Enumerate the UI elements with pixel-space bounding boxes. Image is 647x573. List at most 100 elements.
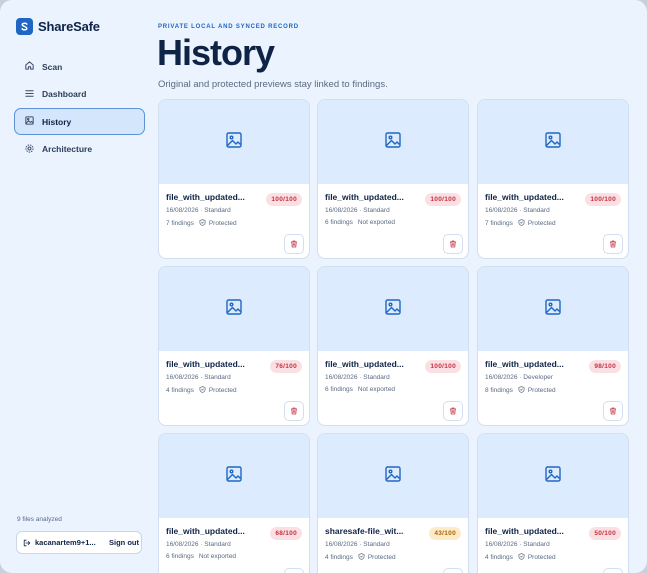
file-name: file_with_updated... bbox=[166, 359, 245, 369]
findings-count: 6 findings bbox=[166, 553, 194, 560]
file-name: file_with_updated... bbox=[485, 526, 564, 536]
file-meta: 16/08/2026 · Standard bbox=[166, 207, 231, 214]
trash-icon bbox=[449, 402, 457, 420]
file-name: sharesafe-file_wit... bbox=[325, 526, 404, 536]
sharesafe-logo-icon bbox=[16, 18, 33, 35]
file-meta: 16/08/2026 · Developer bbox=[485, 374, 553, 381]
status-line: 6 findings Not exported bbox=[325, 386, 395, 393]
history-card[interactable]: file_with_updated... 50/100 16/08/2026 ·… bbox=[477, 433, 629, 573]
file-name: file_with_updated... bbox=[485, 192, 564, 202]
trash-icon bbox=[609, 569, 617, 573]
risk-score-badge: 50/100 bbox=[589, 527, 621, 540]
image-preview[interactable] bbox=[318, 267, 468, 351]
image-preview[interactable] bbox=[159, 100, 309, 184]
image-icon bbox=[24, 115, 35, 128]
delete-button[interactable] bbox=[603, 568, 623, 573]
findings-count: 8 findings bbox=[485, 387, 513, 394]
trash-icon bbox=[449, 235, 457, 253]
shield-check-icon bbox=[358, 553, 368, 562]
image-placeholder-icon bbox=[225, 131, 243, 154]
status-line: 7 findings Protected bbox=[166, 219, 237, 228]
image-preview[interactable] bbox=[478, 100, 628, 184]
image-preview[interactable] bbox=[318, 100, 468, 184]
file-meta: 16/08/2026 · Standard bbox=[166, 374, 231, 381]
trash-icon bbox=[290, 402, 298, 420]
delete-button[interactable] bbox=[284, 568, 304, 573]
file-name: file_with_updated... bbox=[485, 359, 564, 369]
sidebar-item-label: History bbox=[42, 116, 72, 127]
file-meta: 16/08/2026 · Standard bbox=[166, 541, 231, 548]
delete-button[interactable] bbox=[443, 234, 463, 254]
history-card[interactable]: file_with_updated... 98/100 16/08/2026 ·… bbox=[477, 266, 629, 426]
trash-icon bbox=[290, 569, 298, 573]
export-status: Not exported bbox=[357, 219, 396, 226]
file-name: file_with_updated... bbox=[325, 359, 404, 369]
brand-name: ShareSafe bbox=[38, 19, 100, 34]
history-card[interactable]: file_with_updated... 100/100 16/08/2026 … bbox=[158, 99, 310, 259]
export-status: Protected bbox=[208, 220, 237, 227]
image-placeholder-icon bbox=[225, 465, 243, 488]
history-card[interactable]: file_with_updated... 76/100 16/08/2026 ·… bbox=[158, 266, 310, 426]
risk-score-badge: 43/100 bbox=[429, 527, 461, 540]
history-card[interactable]: file_with_updated... 100/100 16/08/2026 … bbox=[317, 266, 469, 426]
risk-score-badge: 100/100 bbox=[425, 193, 461, 206]
export-status: Protected bbox=[527, 220, 556, 227]
status-line: 4 findings Protected bbox=[485, 553, 556, 562]
history-card[interactable]: sharesafe-file_wit... 43/100 16/08/2026 … bbox=[317, 433, 469, 573]
history-card[interactable]: file_with_updated... 100/100 16/08/2026 … bbox=[317, 99, 469, 259]
risk-score-badge: 100/100 bbox=[585, 193, 621, 206]
sidebar-item-label: Dashboard bbox=[42, 89, 87, 99]
status-line: 8 findings Protected bbox=[485, 386, 556, 395]
sidebar-item-label: Architecture bbox=[42, 144, 93, 154]
image-preview[interactable] bbox=[159, 434, 309, 518]
sign-out-icon bbox=[23, 534, 31, 552]
trash-icon bbox=[290, 235, 298, 253]
sidebar-item-dashboard[interactable]: Dashboard bbox=[14, 81, 145, 108]
risk-score-badge: 98/100 bbox=[589, 360, 621, 373]
image-placeholder-icon bbox=[544, 131, 562, 154]
brand[interactable]: ShareSafe bbox=[16, 18, 100, 35]
user-account-box: kacanartem9+1... Sign out bbox=[16, 531, 142, 554]
risk-score-badge: 100/100 bbox=[425, 360, 461, 373]
image-preview[interactable] bbox=[159, 267, 309, 351]
image-placeholder-icon bbox=[544, 465, 562, 488]
risk-score-badge: 68/100 bbox=[270, 527, 302, 540]
delete-button[interactable] bbox=[284, 234, 304, 254]
file-name: file_with_updated... bbox=[325, 192, 404, 202]
sidebar-item-architecture[interactable]: Architecture bbox=[14, 136, 145, 163]
trash-icon bbox=[609, 235, 617, 253]
delete-button[interactable] bbox=[443, 401, 463, 421]
sign-out-button[interactable]: Sign out bbox=[109, 538, 139, 547]
export-status: Protected bbox=[527, 554, 556, 561]
delete-button[interactable] bbox=[284, 401, 304, 421]
user-email: kacanartem9+1... bbox=[35, 538, 96, 547]
sidebar-nav: Scan Dashboard History Architecture bbox=[14, 53, 145, 163]
sidebar-item-scan[interactable]: Scan bbox=[14, 53, 145, 80]
file-meta: 16/08/2026 · Standard bbox=[485, 541, 550, 548]
findings-count: 6 findings bbox=[325, 386, 353, 393]
sidebar-item-history[interactable]: History bbox=[14, 108, 145, 135]
risk-score-badge: 76/100 bbox=[270, 360, 302, 373]
image-preview[interactable] bbox=[478, 434, 628, 518]
file-meta: 16/08/2026 · Standard bbox=[325, 207, 390, 214]
files-analyzed-count: 9 files analyzed bbox=[17, 516, 62, 523]
export-status: Protected bbox=[527, 387, 556, 394]
risk-score-badge: 100/100 bbox=[266, 193, 302, 206]
shield-check-icon bbox=[518, 553, 528, 562]
export-status: Not exported bbox=[357, 386, 396, 393]
history-card[interactable]: file_with_updated... 68/100 16/08/2026 ·… bbox=[158, 433, 310, 573]
shield-check-icon bbox=[199, 386, 209, 395]
delete-button[interactable] bbox=[603, 401, 623, 421]
sidebar: ShareSafe Scan Dashboard History Archite… bbox=[0, 0, 153, 573]
file-meta: 16/08/2026 · Standard bbox=[325, 374, 390, 381]
image-preview[interactable] bbox=[478, 267, 628, 351]
image-preview[interactable] bbox=[318, 434, 468, 518]
status-line: 6 findings Not exported bbox=[166, 553, 236, 560]
history-card[interactable]: file_with_updated... 100/100 16/08/2026 … bbox=[477, 99, 629, 259]
delete-button[interactable] bbox=[443, 568, 463, 573]
delete-button[interactable] bbox=[603, 234, 623, 254]
history-grid: file_with_updated... 100/100 16/08/2026 … bbox=[158, 99, 631, 573]
status-line: 7 findings Protected bbox=[485, 219, 556, 228]
findings-count: 4 findings bbox=[485, 554, 513, 561]
list-icon bbox=[24, 88, 35, 101]
